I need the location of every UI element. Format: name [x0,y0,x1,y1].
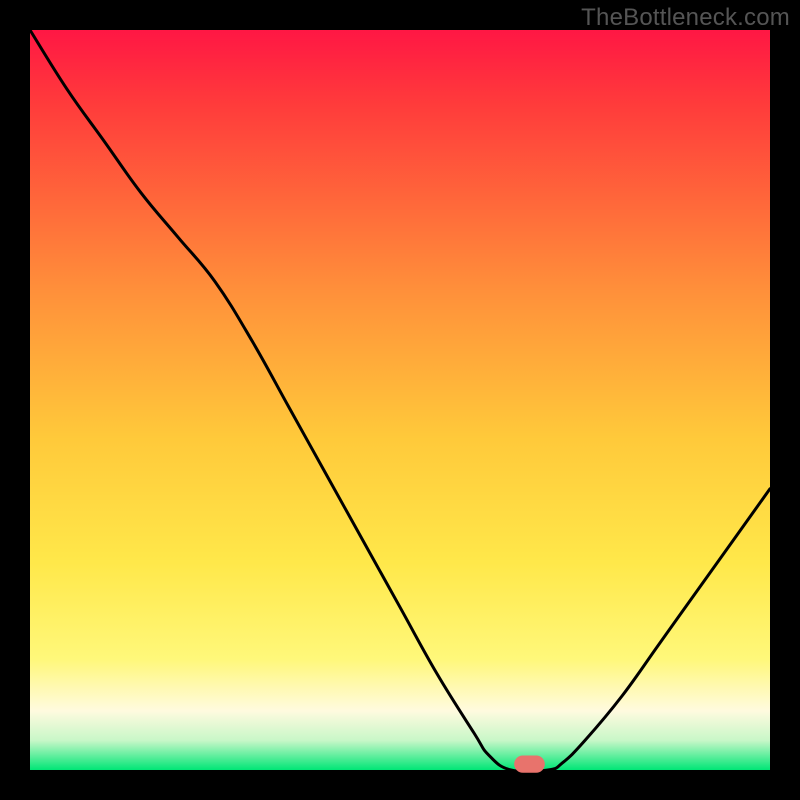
bottleneck-chart [0,0,800,800]
plot-area [30,30,770,770]
optimal-marker [515,756,545,772]
watermark-text: TheBottleneck.com [581,4,790,32]
chart-stage: TheBottleneck.com [0,0,800,800]
